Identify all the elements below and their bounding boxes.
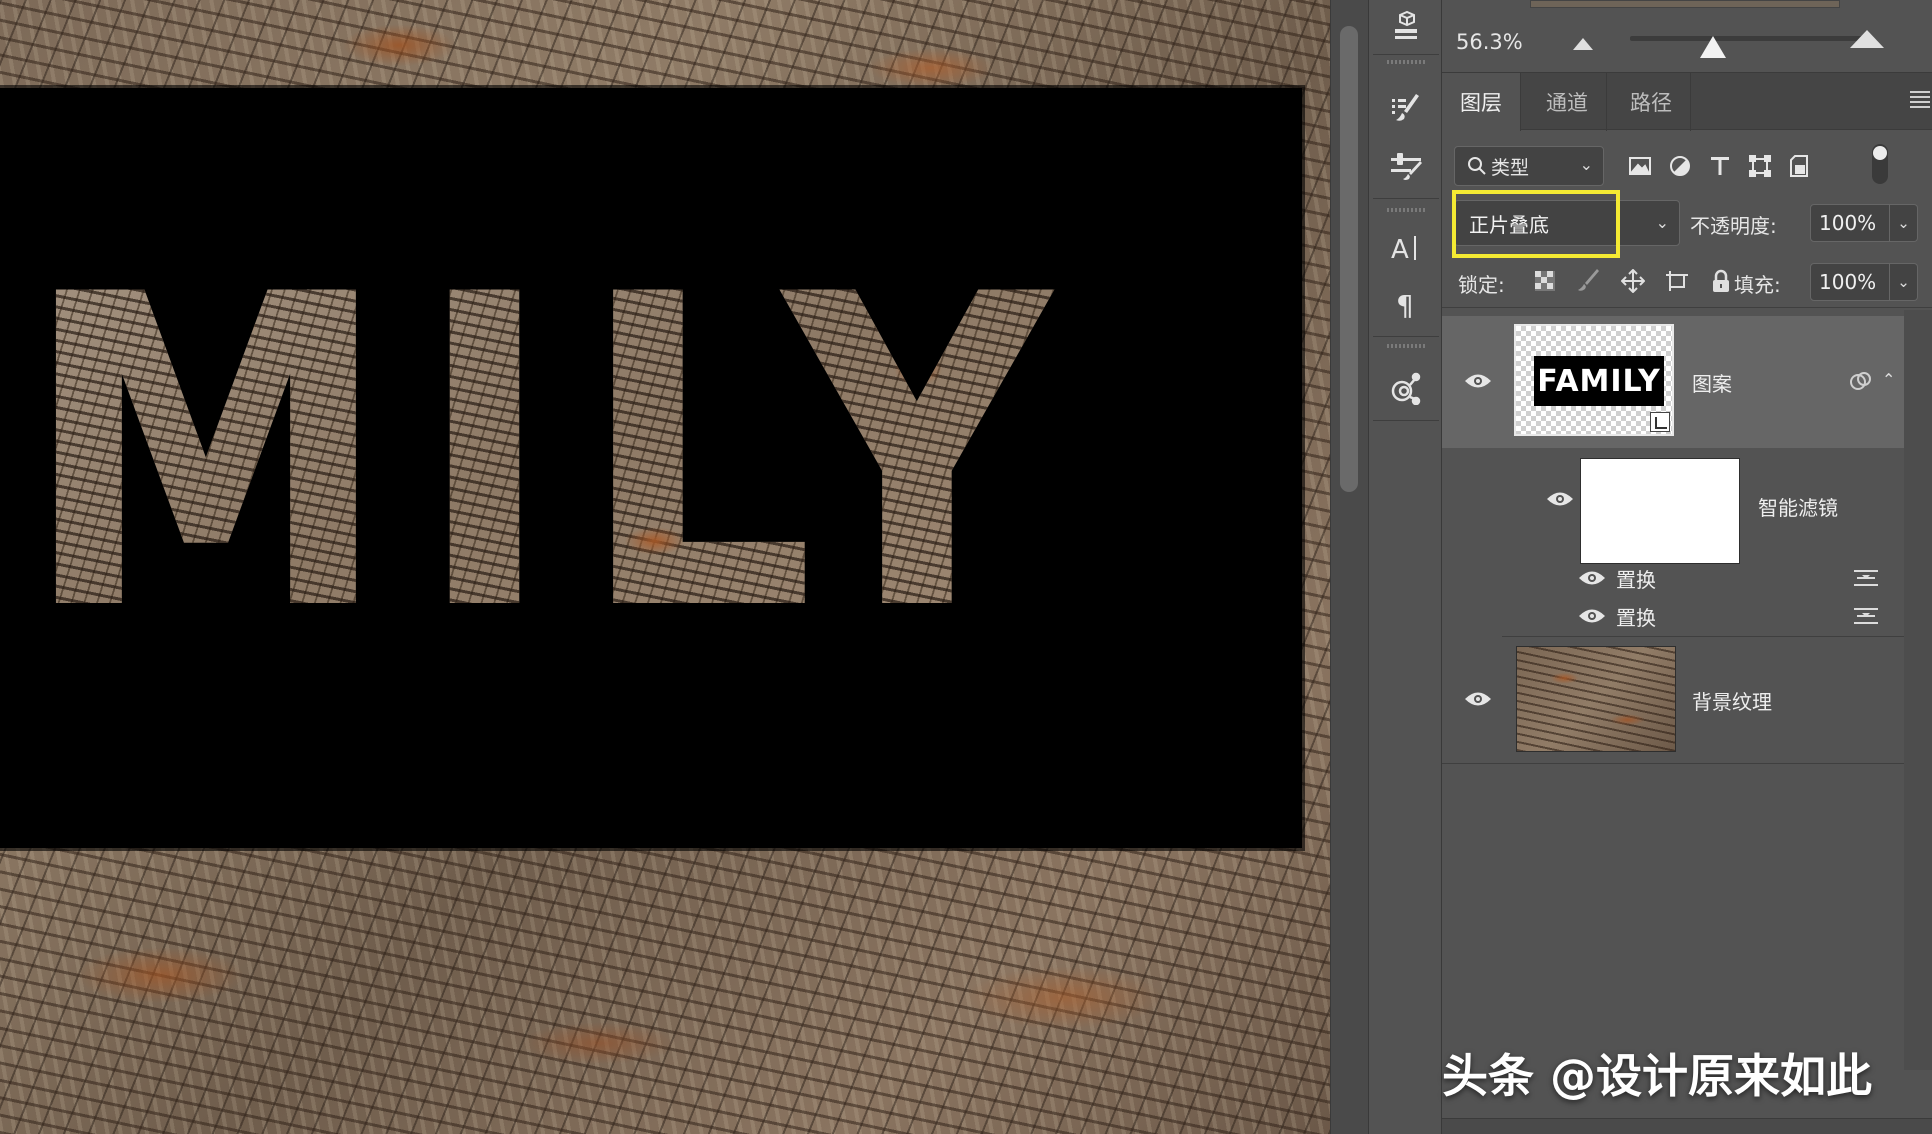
zoom-out-icon[interactable] [1573, 38, 1593, 50]
visibility-eye-icon[interactable] [1578, 607, 1606, 625]
lock-row: 锁定: 填充: 100% ⌄ [1442, 256, 1932, 308]
visibility-eye-icon[interactable] [1464, 372, 1492, 390]
adjustments-sliders-icon[interactable] [1379, 142, 1433, 190]
search-icon [1468, 157, 1486, 175]
libraries-icon[interactable] [1379, 364, 1433, 412]
panel-tabs: 图层 通道 路径 [1442, 72, 1932, 131]
layer-name-pattern[interactable]: 图案 [1692, 368, 1732, 397]
visibility-eye-icon[interactable] [1546, 490, 1574, 508]
panel-menu-icon[interactable] [1910, 91, 1930, 109]
zoom-value[interactable]: 56.3% [1456, 30, 1523, 54]
3d-cube-icon[interactable] [1379, 2, 1433, 50]
character-panel-icon[interactable]: A [1379, 224, 1433, 272]
filter-name-displace[interactable]: 置换 [1616, 564, 1656, 593]
filter-kind-select[interactable]: 类型 ⌄ [1454, 146, 1604, 186]
document-canvas[interactable]: MILY [0, 0, 1330, 1134]
layer-row-smart-filter[interactable]: 智能滤镜 [1442, 448, 1904, 564]
layer-thumbnail-background [1516, 646, 1676, 752]
filter-kind-label: 类型 [1491, 156, 1530, 179]
smart-object-filter-icon[interactable] [1782, 148, 1818, 184]
filter-blending-options-icon[interactable] [1854, 606, 1878, 626]
brush-presets-icon[interactable] [1379, 84, 1433, 132]
navigator-zoom-row: 56.3% [1442, 18, 1932, 72]
blend-mode-highlight-box [1452, 190, 1620, 258]
navigator-preview-strip [1530, 0, 1840, 8]
zoom-in-icon[interactable] [1850, 30, 1884, 48]
opacity-label: 不透明度: [1690, 214, 1777, 238]
visibility-eye-icon[interactable] [1464, 690, 1492, 708]
fill-label: 填充: [1734, 273, 1781, 297]
zoom-slider-thumb[interactable] [1700, 36, 1726, 58]
chevron-down-icon: ⌄ [1655, 213, 1669, 232]
bark-text-artwork: MILY [22, 205, 1077, 705]
lock-all-icon[interactable] [1706, 266, 1736, 296]
lock-image-pixels-icon[interactable] [1574, 266, 1604, 296]
shape-layer-filter-icon[interactable] [1742, 148, 1778, 184]
collapse-caret-icon[interactable]: ⌃ [1882, 370, 1895, 389]
tab-paths[interactable]: 路径 [1612, 73, 1691, 131]
layer-row-pattern[interactable]: FAMILY 图案 ⌃ [1442, 316, 1904, 448]
layers-scrollbar[interactable] [1904, 310, 1932, 1070]
layers-list: FAMILY 图案 ⌃ 智能滤镜 置换 置换 背景纹理 [1442, 310, 1932, 1070]
layers-panel-area: 56.3% 图层 通道 路径 类型 ⌄ 正片叠底 ⌄ 不透明度: 100% ⌄ … [1442, 0, 1932, 1134]
svg-text:A: A [1391, 235, 1409, 265]
zoom-slider-track[interactable] [1630, 36, 1862, 41]
smart-object-badge-icon [1650, 412, 1670, 432]
layer-thumbnail-pattern: FAMILY [1514, 324, 1674, 436]
filter-toggle-switch[interactable] [1872, 144, 1888, 184]
fill-chevron-icon[interactable]: ⌄ [1890, 263, 1918, 301]
filter-blending-options-icon[interactable] [1854, 568, 1878, 588]
lock-label: 锁定: [1458, 273, 1505, 297]
type-layer-filter-icon[interactable] [1702, 148, 1738, 184]
canvas-scrollbar-thumb[interactable] [1340, 26, 1358, 492]
layer-row-background-texture[interactable]: 背景纹理 [1442, 638, 1904, 764]
chevron-down-icon: ⌄ [1579, 155, 1593, 174]
watermark-text: 头条 @设计原来如此 [1442, 1049, 1873, 1103]
lock-position-icon[interactable] [1618, 266, 1648, 296]
layer-name-background[interactable]: 背景纹理 [1692, 686, 1772, 715]
visibility-eye-icon[interactable] [1578, 569, 1606, 587]
layer-filter-row: 类型 ⌄ [1442, 140, 1932, 192]
lock-transparent-pixels-icon[interactable] [1530, 266, 1560, 296]
opacity-input[interactable]: 100% [1810, 204, 1890, 242]
svg-text:¶: ¶ [1396, 289, 1414, 321]
pixel-layer-filter-icon[interactable] [1622, 148, 1658, 184]
fill-input[interactable]: 100% [1810, 263, 1890, 301]
layer-name-smart-filter[interactable]: 智能滤镜 [1758, 492, 1838, 521]
panel-tool-strip: A ¶ [1368, 0, 1442, 1134]
filter-row-displace-1[interactable]: 置换 [1442, 560, 1904, 596]
lock-artboard-icon[interactable] [1662, 266, 1692, 296]
smart-filter-mask-thumbnail [1580, 458, 1740, 564]
tab-layers[interactable]: 图层 [1442, 73, 1521, 131]
opacity-chevron-icon[interactable]: ⌄ [1890, 204, 1918, 242]
filter-name-displace[interactable]: 置换 [1616, 602, 1656, 631]
tab-channels[interactable]: 通道 [1528, 73, 1607, 131]
panel-bottom-bar [1442, 1118, 1932, 1134]
paragraph-panel-icon[interactable]: ¶ [1379, 280, 1433, 328]
smart-filter-indicator-icon[interactable] [1848, 370, 1874, 392]
filter-row-displace-2[interactable]: 置换 [1442, 598, 1904, 634]
adjustment-layer-filter-icon[interactable] [1662, 148, 1698, 184]
thumbnail-text: FAMILY [1534, 356, 1664, 406]
canvas-vertical-scrollbar[interactable] [1330, 0, 1368, 1134]
